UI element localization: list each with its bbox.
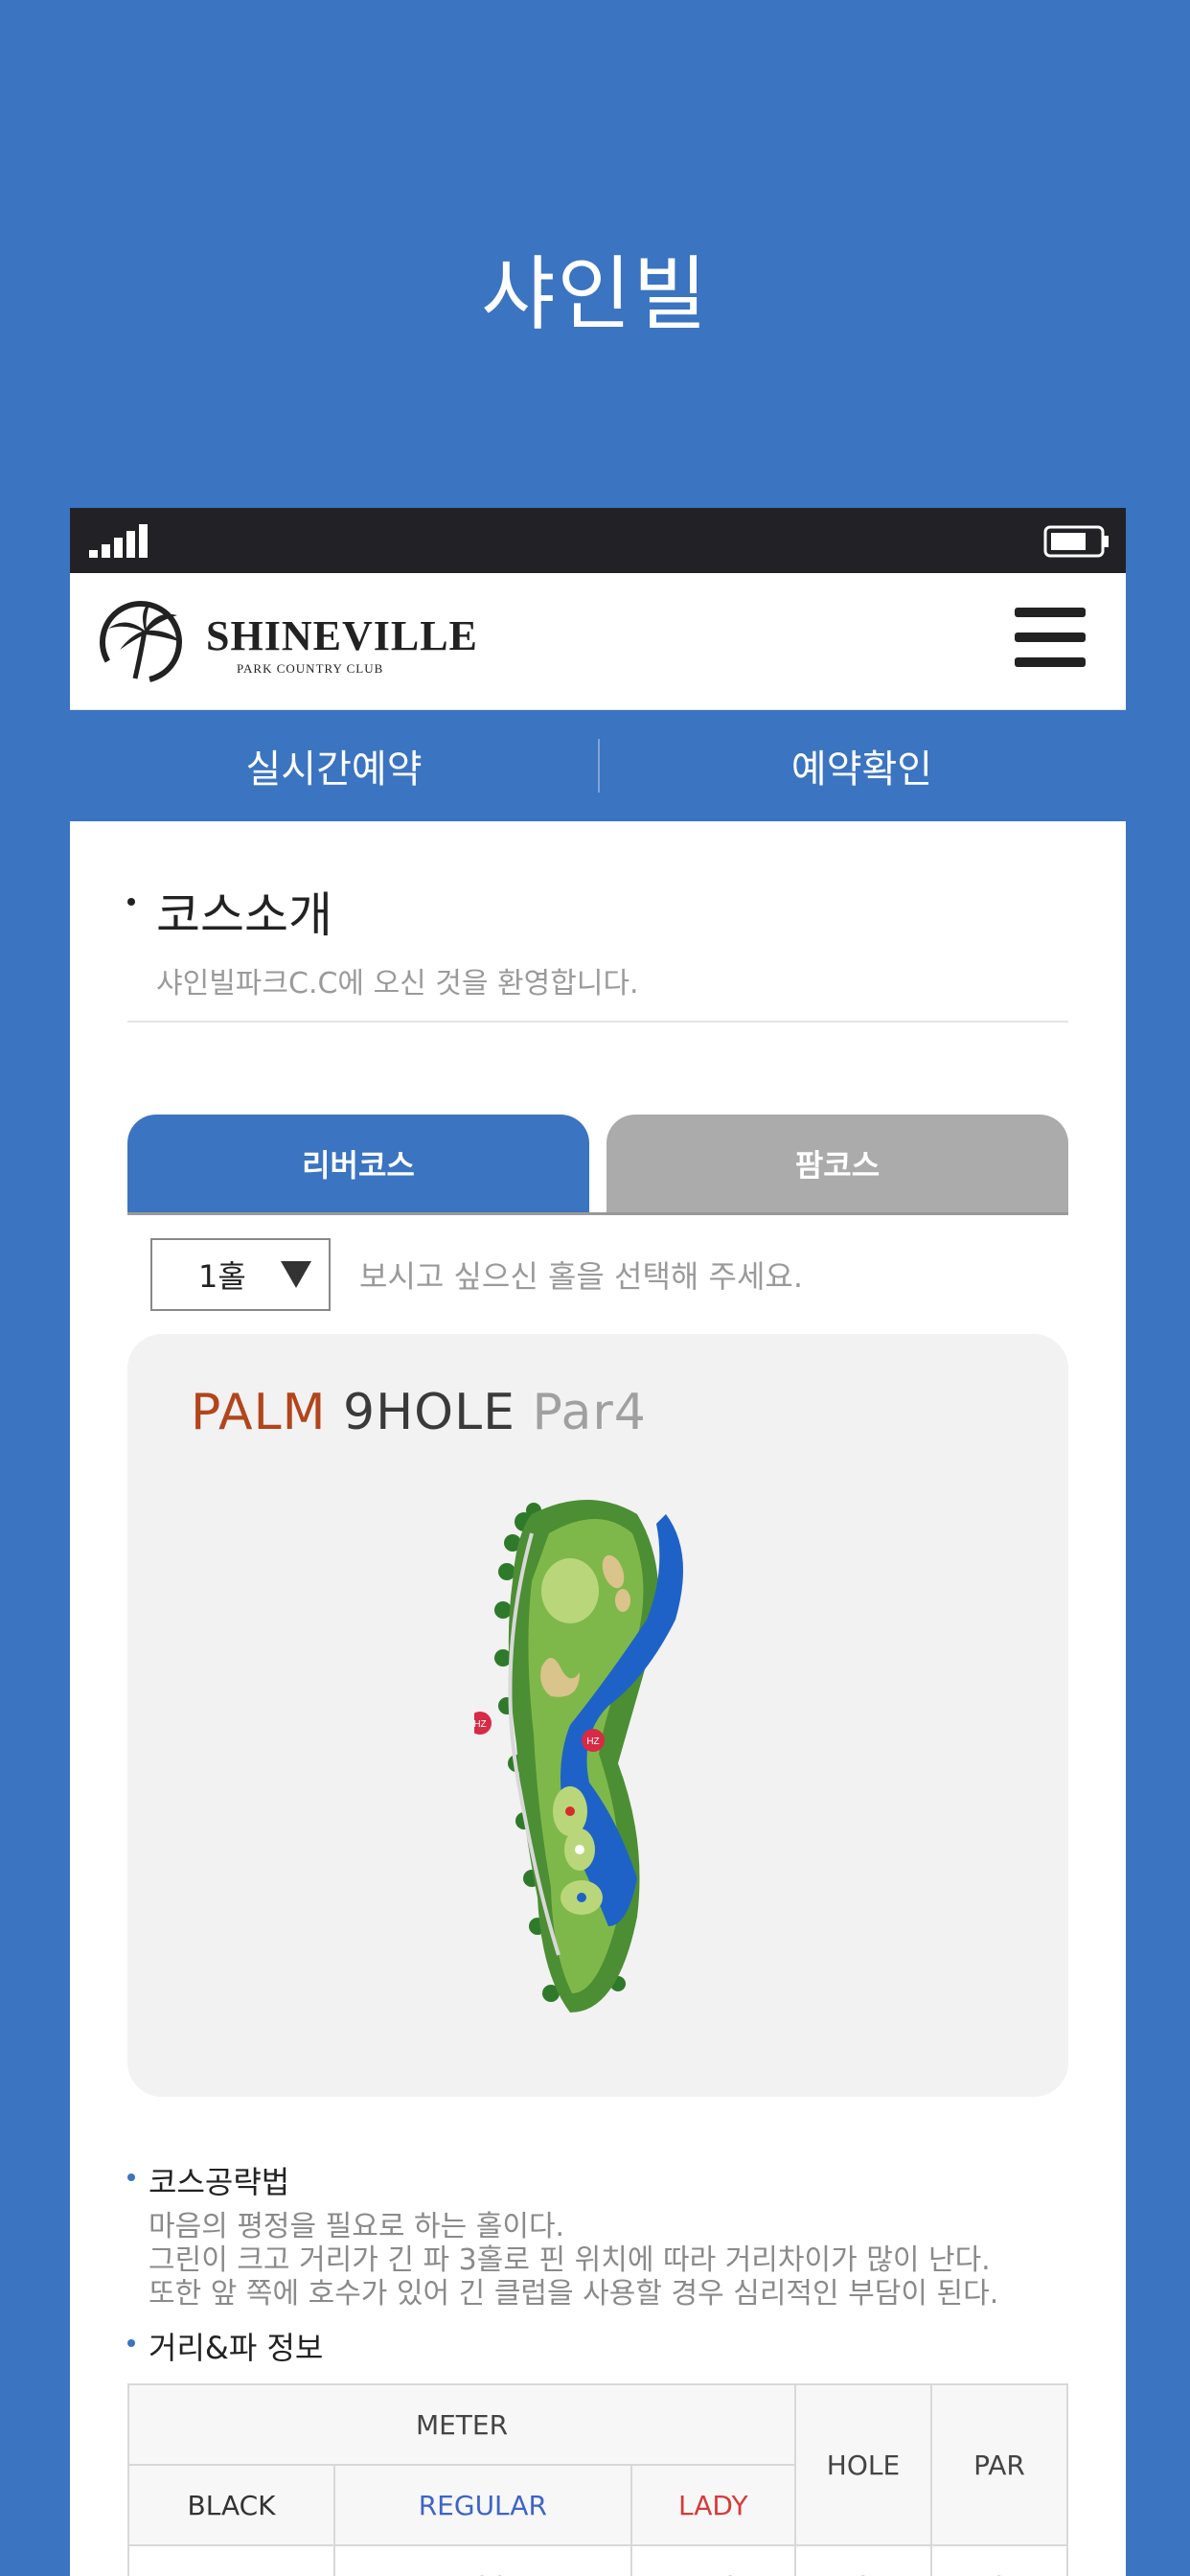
- caret-down-icon: [281, 1261, 311, 1288]
- strategy-line: 그린이 크고 거리가 긴 파 3홀로 핀 위치에 따라 거리차이가 많이 난다.: [149, 2243, 991, 2277]
- palm-logo-icon[interactable]: [97, 596, 189, 684]
- signal-icon: [89, 524, 148, 558]
- logo-subtitle: PARK COUNTRY CLUB: [237, 661, 384, 676]
- hazard-marker-right: HZ: [586, 1736, 599, 1747]
- tab-river-course[interactable]: 리버코스: [127, 1115, 589, 1212]
- section-header: 코스소개 샤인빌파크C.C에 오신 것을 환영합니다.: [127, 877, 1068, 1001]
- divider: [127, 1021, 1068, 1023]
- bullet-icon: [127, 898, 135, 906]
- distance-table: METER HOLE PAR BLACK REGULAR LADY 157 13…: [126, 2383, 1068, 2576]
- phone-screen: SHINEVILLE PARK COUNTRY CLUB 실시간예약 예약확인 …: [70, 508, 1126, 2576]
- regular-distance: 138: [333, 2544, 632, 2576]
- map-title-course: PALM: [191, 1384, 327, 1441]
- nav-divider: [598, 739, 600, 793]
- hazard-marker-left: HZ: [474, 1719, 487, 1730]
- distance-heading-text: 거리&파 정보: [149, 2330, 324, 2366]
- strategy-heading-text: 코스공략법: [149, 2164, 290, 2200]
- course-map-card: PALM 9HOLE Par4 HZ HZ: [127, 1334, 1068, 2097]
- par-value: 3: [930, 2544, 1068, 2576]
- strategy-text: 마음의 평정을 필요로 하는 홀이다. 그린이 크고 거리가 긴 파 3홀로 핀…: [127, 2210, 1068, 2311]
- strategy-section: 코스공략법 마음의 평정을 필요로 하는 홀이다. 그린이 크고 거리가 긴 파…: [127, 2158, 1068, 2311]
- bullet-icon: [127, 2339, 135, 2347]
- main-content: 코스소개 샤인빌파크C.C에 오신 것을 환영합니다. 리버코스 팜코스 1홀 …: [70, 877, 1126, 2576]
- bullet-icon: [127, 2174, 135, 2181]
- tab-realtime-reservation[interactable]: 실시간예약: [70, 738, 598, 794]
- hole-select-value: 1홀: [198, 1258, 246, 1295]
- battery-icon: [1043, 525, 1109, 558]
- course-tabs: 리버코스 팜코스: [127, 1115, 1068, 1215]
- lady-header: LADY: [629, 2464, 797, 2546]
- par-header: PAR: [930, 2383, 1068, 2546]
- promo-title: 샤인빌: [481, 247, 709, 341]
- tab-palm-course[interactable]: 팜코스: [606, 1115, 1068, 1212]
- lady-distance: 110: [629, 2544, 797, 2576]
- regular-header: REGULAR: [333, 2464, 632, 2546]
- meter-header: METER: [127, 2383, 796, 2466]
- hole-select-hint: 보시고 싶으신 홀을 선택해 주세요.: [359, 1258, 804, 1295]
- table-row: 157 138 110 9 3: [126, 2544, 1068, 2576]
- page-subtitle: 샤인빌파크C.C에 오신 것을 환영합니다.: [156, 967, 639, 1000]
- map-title-par: Par4: [532, 1384, 647, 1441]
- distance-section: 거리&파 정보 METER HOLE PAR BLACK REGULAR LAD…: [126, 2324, 1068, 2576]
- distance-heading: 거리&파 정보: [127, 2324, 1068, 2368]
- hole-layout-map: HZ HZ: [474, 1500, 683, 2012]
- app-header: SHINEVILLE PARK COUNTRY CLUB: [70, 573, 1126, 710]
- top-nav: 실시간예약 예약확인: [70, 710, 1126, 821]
- black-header: BLACK: [126, 2464, 336, 2546]
- hole-selector-row: 1홀 보시고 싶으신 홀을 선택해 주세요.: [127, 1238, 1068, 1311]
- map-title: PALM 9HOLE Par4: [191, 1384, 647, 1441]
- status-bar: [70, 508, 1126, 573]
- hole-header: HOLE: [794, 2383, 932, 2546]
- logo-name: SHINEVILLE: [206, 612, 478, 659]
- strategy-heading: 코스공략법: [127, 2158, 1068, 2202]
- black-distance: 157: [126, 2544, 336, 2576]
- strategy-line: 또한 앞 쪽에 호수가 있어 긴 클럽을 사용할 경우 심리적인 부담이 된다.: [149, 2277, 999, 2311]
- hole-select[interactable]: 1홀: [150, 1238, 331, 1311]
- hamburger-icon[interactable]: [1015, 608, 1086, 667]
- tab-reservation-confirm[interactable]: 예약확인: [598, 738, 1126, 794]
- map-title-hole: 9HOLE: [342, 1384, 515, 1441]
- page-title: 코스소개: [156, 887, 332, 943]
- hole-number: 9: [794, 2544, 932, 2576]
- strategy-line: 마음의 평정을 필요로 하는 홀이다.: [149, 2210, 565, 2243]
